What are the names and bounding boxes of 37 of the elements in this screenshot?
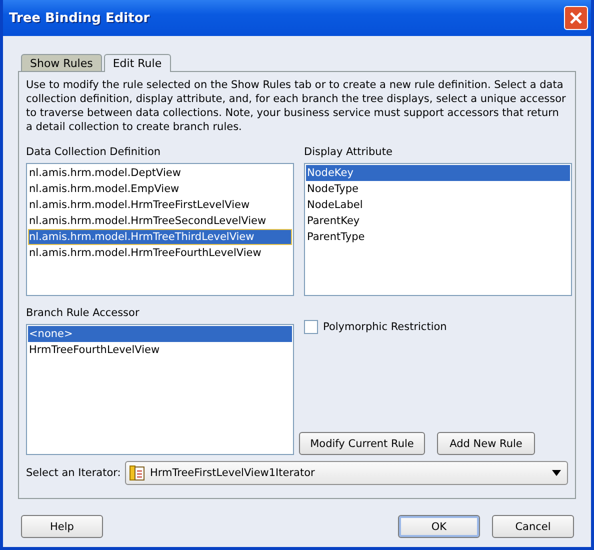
- list-box[interactable]: <none> HrmTreeFourthLevelView: [26, 324, 294, 455]
- list-label: Data Collection Definition: [26, 146, 162, 158]
- checkbox-label: Polymorphic Restriction: [323, 321, 447, 333]
- iterator-label: Select an Iterator:: [26, 467, 122, 479]
- dropdown-value: HrmTreeFirstLevelView1Iterator: [150, 467, 316, 479]
- close-icon: [569, 11, 583, 25]
- list-item[interactable]: nl.amis.hrm.model.HrmTreeFirstLevelView: [28, 197, 292, 213]
- list-box[interactable]: NodeKey NodeType NodeLabel ParentKey ParentType: [304, 163, 572, 296]
- list-label: Display Attribute: [304, 146, 394, 158]
- cancel-button[interactable]: Cancel: [492, 515, 574, 538]
- list-item[interactable]: ParentKey: [306, 213, 570, 229]
- rule-button[interactable]: Add New Rule: [437, 432, 535, 455]
- tab[interactable]: Edit Rule: [104, 54, 171, 72]
- iterator-dropdown[interactable]: HrmTreeFirstLevelView1Iterator: [125, 461, 568, 485]
- help-button[interactable]: Help: [21, 515, 103, 538]
- window-title: Tree Binding Editor: [9, 10, 150, 26]
- list-item[interactable]: <none>: [28, 326, 292, 342]
- list-item[interactable]: HrmTreeFourthLevelView: [28, 342, 292, 358]
- list-item[interactable]: nl.amis.hrm.model.HrmTreeThirdLevelView: [28, 229, 292, 245]
- iterator-icon: [129, 465, 145, 481]
- checkbox[interactable]: [304, 320, 318, 334]
- list-box[interactable]: [26, 163, 294, 296]
- rule-button[interactable]: Modify Current Rule: [299, 432, 425, 455]
- ok-button[interactable]: OK: [398, 515, 480, 538]
- list-item[interactable]: nl.amis.hrm.model.DeptView: [28, 165, 292, 181]
- list-item[interactable]: NodeKey: [306, 165, 570, 181]
- list-item[interactable]: nl.amis.hrm.model.HrmTreeFourthLevelView: [28, 245, 292, 261]
- list-item[interactable]: NodeType: [306, 181, 570, 197]
- close-button[interactable]: [564, 6, 588, 30]
- description-text: Use to modify the rule selected on the Show Rules tab or to create a new rule definition. Select a data collection definition, display attribute, and, for each branch the tree displays, select a unique accessor to traverse between data collections. Note, your business service must support accessors that return a detail collection to create branch rules.: [26, 78, 567, 134]
- list-item[interactable]: ParentType: [306, 229, 570, 245]
- list-item[interactable]: nl.amis.hrm.model.HrmTreeSecondLevelView: [28, 213, 292, 229]
- list-item[interactable]: nl.amis.hrm.model.EmpView: [28, 181, 292, 197]
- dropdown-arrow-icon: [552, 470, 561, 476]
- list-item[interactable]: NodeLabel: [306, 197, 570, 213]
- tab[interactable]: Show Rules: [21, 54, 102, 72]
- list-label: Branch Rule Accessor: [26, 307, 140, 319]
